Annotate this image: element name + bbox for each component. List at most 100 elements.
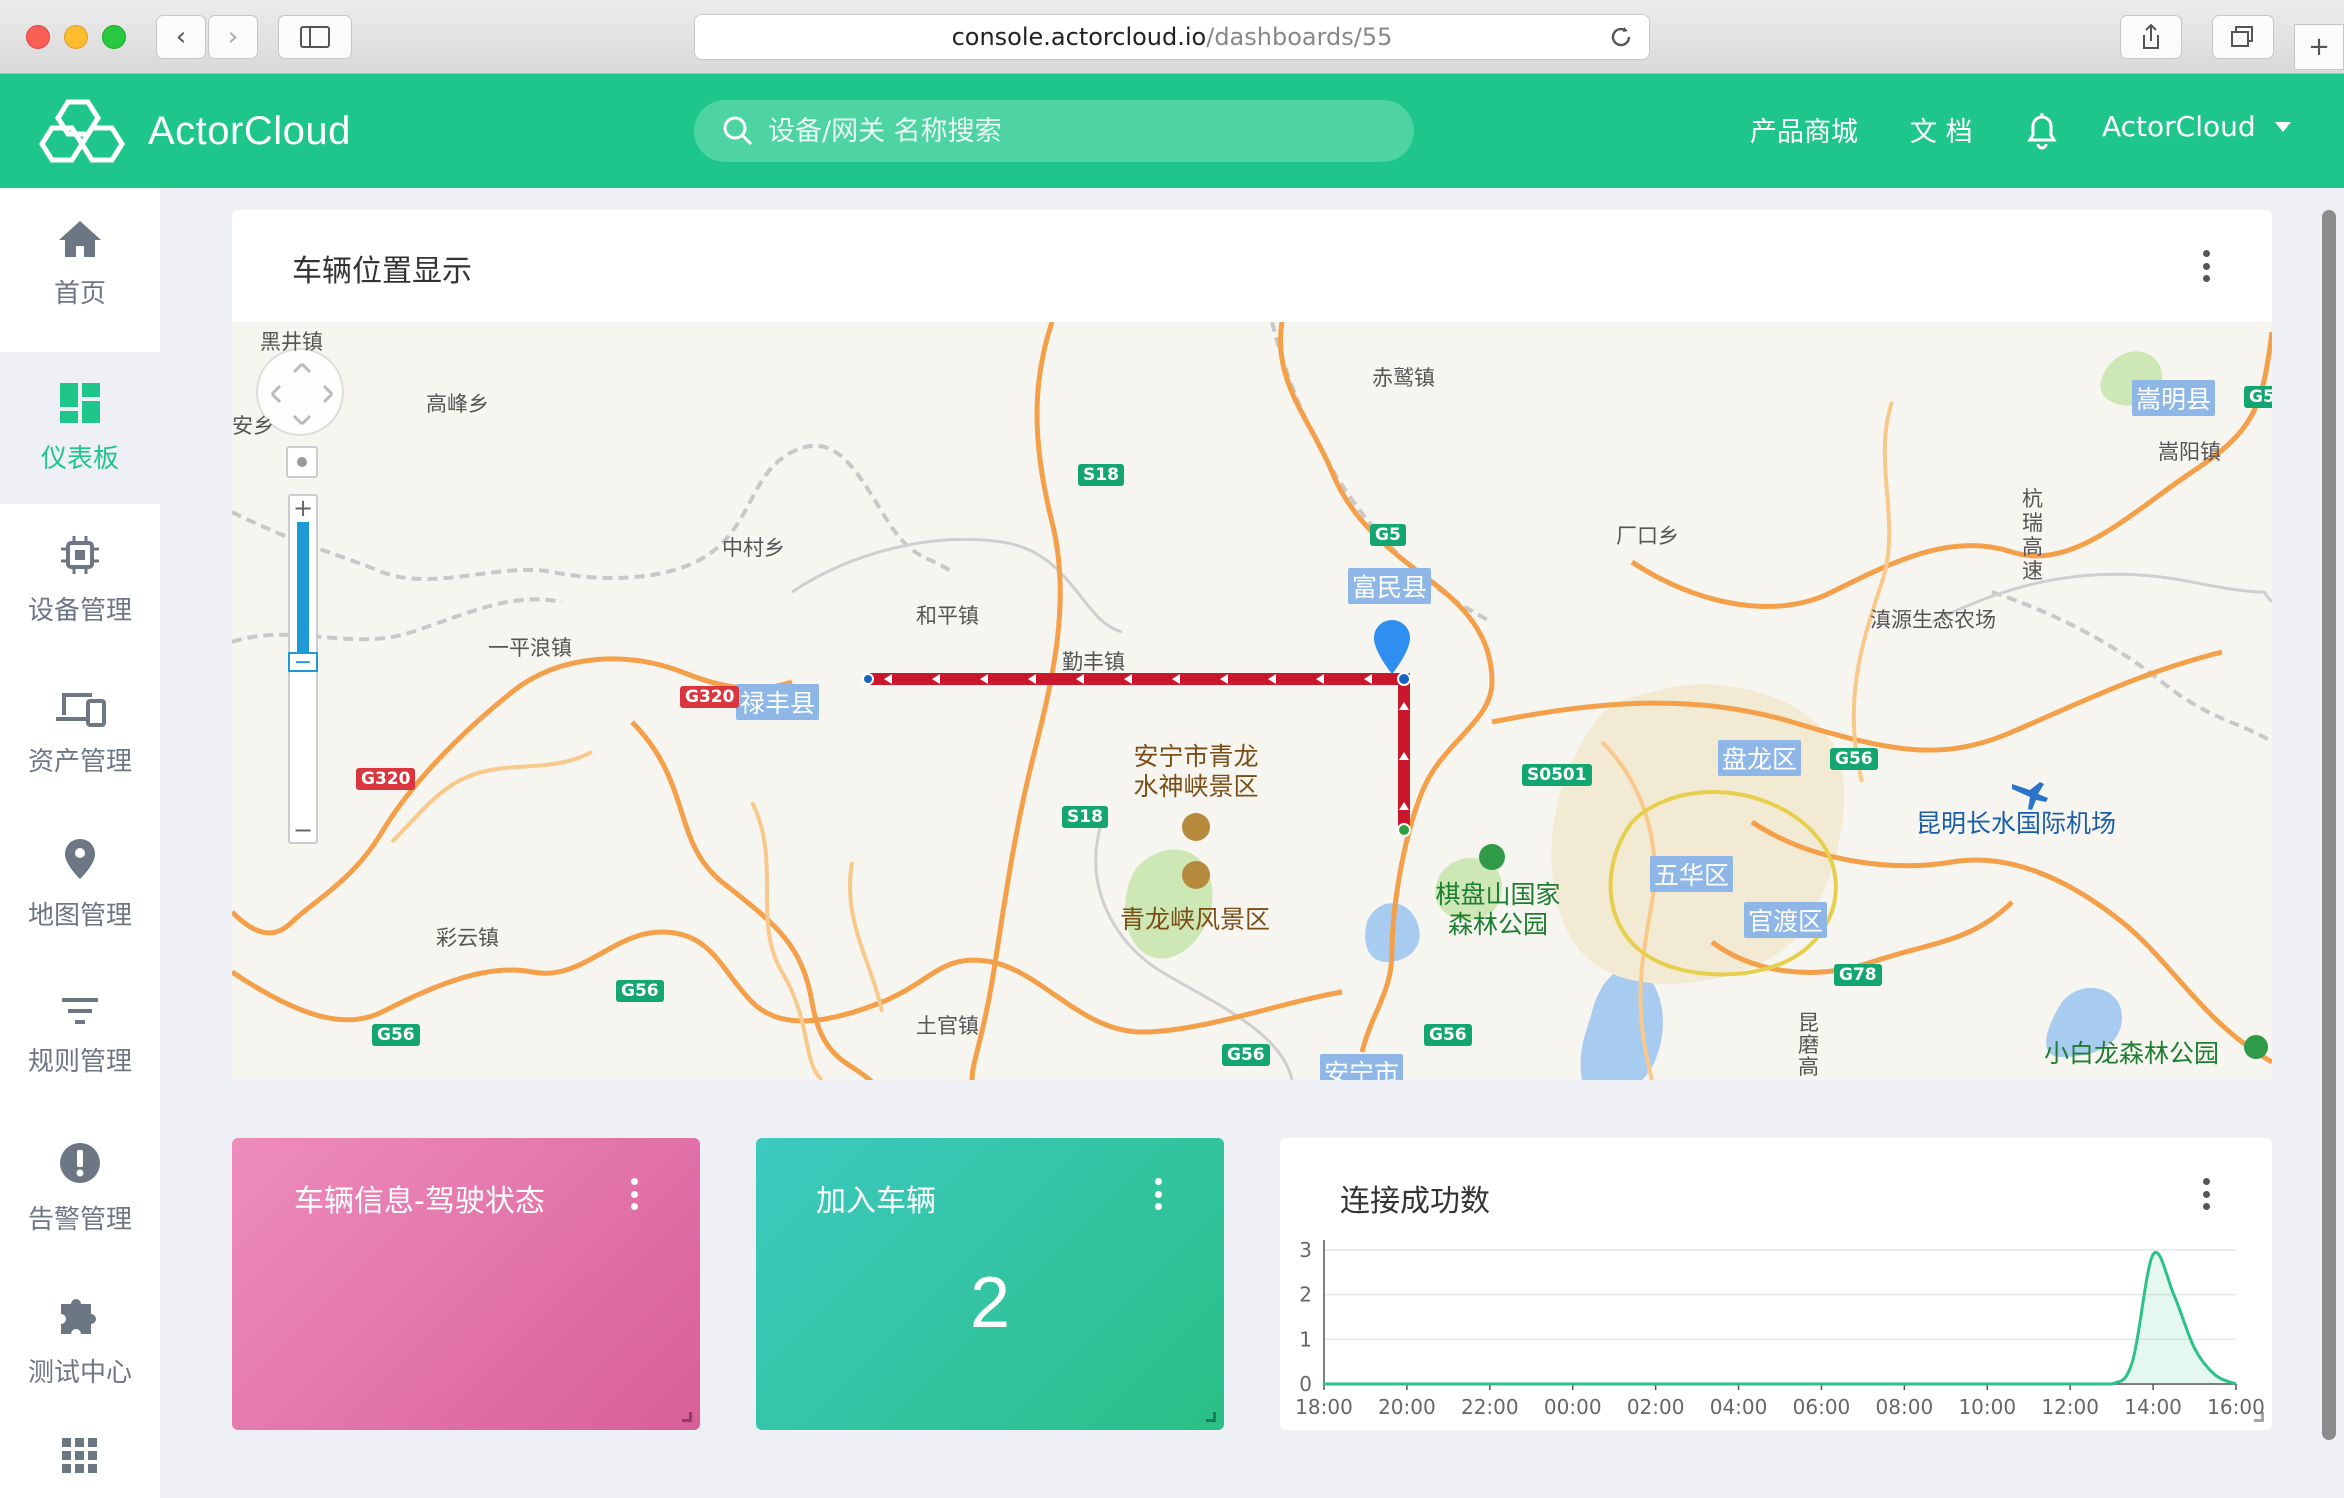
sidebar-item-label: 地图管理	[27, 900, 132, 931]
forward-button[interactable]: ›	[208, 15, 258, 59]
sidebar-item-label: 设备管理	[27, 595, 132, 626]
share-icon	[2143, 23, 2159, 49]
x-tick-label: 08:00	[1876, 1395, 1934, 1419]
sidebar-item-label: 测试中心	[27, 1357, 132, 1388]
address-bar[interactable]: console.actorcloud.io/dashboards/55	[694, 14, 1650, 60]
caret-down-icon	[2274, 121, 2291, 132]
x-tick-label: 20:00	[1378, 1395, 1436, 1419]
sidebar-item-home[interactable]: 首页	[0, 188, 160, 340]
place-label: 黑井镇	[260, 330, 323, 354]
alert-icon	[60, 1142, 100, 1183]
vehicle-location-pin-icon[interactable]	[1372, 618, 1412, 678]
road-shield: G320	[356, 768, 416, 790]
airport-label: 昆明长水国际机场	[1916, 809, 2117, 838]
connection-line-chart: 0 1 2 3 18:00 20:00 22:00 00:00 02:00 04:00 06:00 0…	[1295, 1238, 2265, 1419]
puzzle-icon	[61, 1298, 96, 1334]
resize-handle-icon[interactable]	[1206, 1412, 1216, 1422]
vehicle-map[interactable]: + − − 黑井镇 高峰乡 安乡 中村乡 和平镇 一平浪镇 勤丰镇 赤鹫镇 厂口…	[232, 322, 2272, 1080]
district-label: 嵩明县	[2132, 380, 2216, 416]
filter-icon	[62, 997, 98, 1024]
page-scrollbar[interactable]	[2322, 210, 2336, 1440]
map-base	[232, 322, 2272, 1080]
road-shield: G56	[1830, 748, 1878, 770]
zoom-out-button[interactable]: −	[288, 816, 318, 844]
share-button[interactable]	[2120, 15, 2182, 59]
sidebar-item-dashboard[interactable]: 仪表板	[0, 352, 160, 504]
vehicle-info-title: 车辆信息-驾驶状态	[294, 1184, 545, 1219]
more-menu-icon[interactable]	[1148, 1174, 1168, 1214]
place-label: 和平镇	[916, 604, 979, 628]
resize-handle-icon[interactable]	[682, 1412, 692, 1422]
new-tab-button[interactable]: +	[2294, 24, 2344, 70]
minimize-window-button[interactable]	[64, 25, 88, 49]
place-label: 赤鹫镇	[1372, 366, 1435, 390]
sidebar-item-label: 仪表板	[40, 443, 119, 474]
search-input[interactable]	[768, 115, 1368, 147]
district-label: 富民县	[1348, 568, 1432, 604]
road-shield: S18	[1078, 464, 1124, 486]
sidebar-item-label: 告警管理	[27, 1204, 132, 1235]
nav-docs[interactable]: 文 档	[1910, 110, 1973, 149]
sidebar-item-test-center[interactable]: 测试中心	[0, 1264, 160, 1416]
x-tick-label: 02:00	[1627, 1395, 1685, 1419]
connection-chart-card: 连接成功数 0 1 2 3 18:00 20:00 22:00 00:00 02:00 04:00…	[1280, 1138, 2272, 1430]
sidebar-item-label: 资产管理	[27, 746, 132, 777]
sidebar-toggle-button[interactable]	[278, 15, 352, 59]
url-host: console.actorcloud.io	[951, 23, 1207, 51]
road-shield: G56	[1222, 1044, 1270, 1066]
reload-icon[interactable]	[1607, 23, 1635, 51]
place-label: 安乡	[232, 414, 274, 438]
district-label: 五华区	[1650, 856, 1734, 892]
place-label: 中村乡	[722, 536, 785, 560]
road-shield: G56	[616, 980, 664, 1002]
nav-product-store[interactable]: 产品商城	[1750, 110, 1858, 149]
scenic-label: 安宁市青龙水神峡景区	[1133, 742, 1259, 801]
sidebar-item-rule-management[interactable]: 规则管理	[0, 960, 160, 1112]
url-path: /dashboards/55	[1206, 23, 1393, 51]
road-shield: G5	[2244, 386, 2272, 408]
search-box[interactable]	[694, 100, 1414, 162]
sidebar-item-apps[interactable]	[0, 1416, 160, 1496]
road-shield: S18	[1062, 806, 1108, 828]
plus-icon: +	[2308, 32, 2330, 62]
place-label: 杭瑞高速	[2022, 487, 2043, 583]
road-shield: G78	[1834, 964, 1882, 986]
place-label: 滇源生态农场	[1870, 608, 1996, 632]
x-tick-label: 10:00	[1958, 1395, 2016, 1419]
road-shield: G5	[1370, 524, 1406, 546]
y-tick-label: 2	[1299, 1283, 1312, 1307]
sidebar-item-device-management[interactable]: 设备管理	[0, 504, 160, 656]
road-shield: S0501	[1522, 764, 1592, 786]
place-label: 嵩阳镇	[2158, 440, 2221, 464]
more-menu-icon[interactable]	[2196, 246, 2216, 286]
district-label: 安宁市	[1320, 1054, 1404, 1080]
logo[interactable]: ActorCloud	[38, 96, 351, 166]
bell-icon[interactable]	[2024, 110, 2060, 150]
x-tick-label: 00:00	[1544, 1395, 1602, 1419]
place-label: 厂口乡	[1616, 524, 1679, 548]
tabs-overview-button[interactable]	[2212, 15, 2274, 59]
zoom-window-button[interactable]	[102, 25, 126, 49]
vehicle-info-card: 车辆信息-驾驶状态	[232, 1138, 700, 1430]
park-label: 小白龙森林公园	[2044, 1039, 2220, 1068]
sidebar-item-map-management[interactable]: 地图管理	[0, 808, 160, 960]
search-icon	[723, 116, 753, 146]
user-menu[interactable]: ActorCloud	[2102, 110, 2292, 143]
tabs-icon	[2231, 26, 2253, 47]
x-tick-label: 18:00	[1295, 1395, 1353, 1419]
road-shield: G56	[1424, 1024, 1472, 1046]
sidebar-item-alert-management[interactable]: 告警管理	[0, 1112, 160, 1264]
zoom-handle[interactable]: −	[288, 650, 318, 675]
map-locate-button[interactable]	[286, 446, 318, 478]
close-window-button[interactable]	[26, 25, 50, 49]
more-menu-icon[interactable]	[624, 1174, 644, 1214]
place-label: 勤丰镇	[1062, 650, 1125, 674]
resize-handle-icon[interactable]	[2254, 1412, 2264, 1422]
sidebar-item-asset-management[interactable]: 资产管理	[0, 656, 160, 808]
app-header: ActorCloud 产品商城 文 档 ActorCloud	[0, 74, 2344, 188]
back-button[interactable]: ‹	[156, 15, 206, 59]
add-vehicle-card: 加入车辆 2	[756, 1138, 1224, 1430]
actorcloud-logo-icon	[39, 99, 125, 163]
district-label: 盘龙区	[1718, 740, 1802, 776]
zoom-in-button[interactable]: +	[288, 494, 318, 522]
